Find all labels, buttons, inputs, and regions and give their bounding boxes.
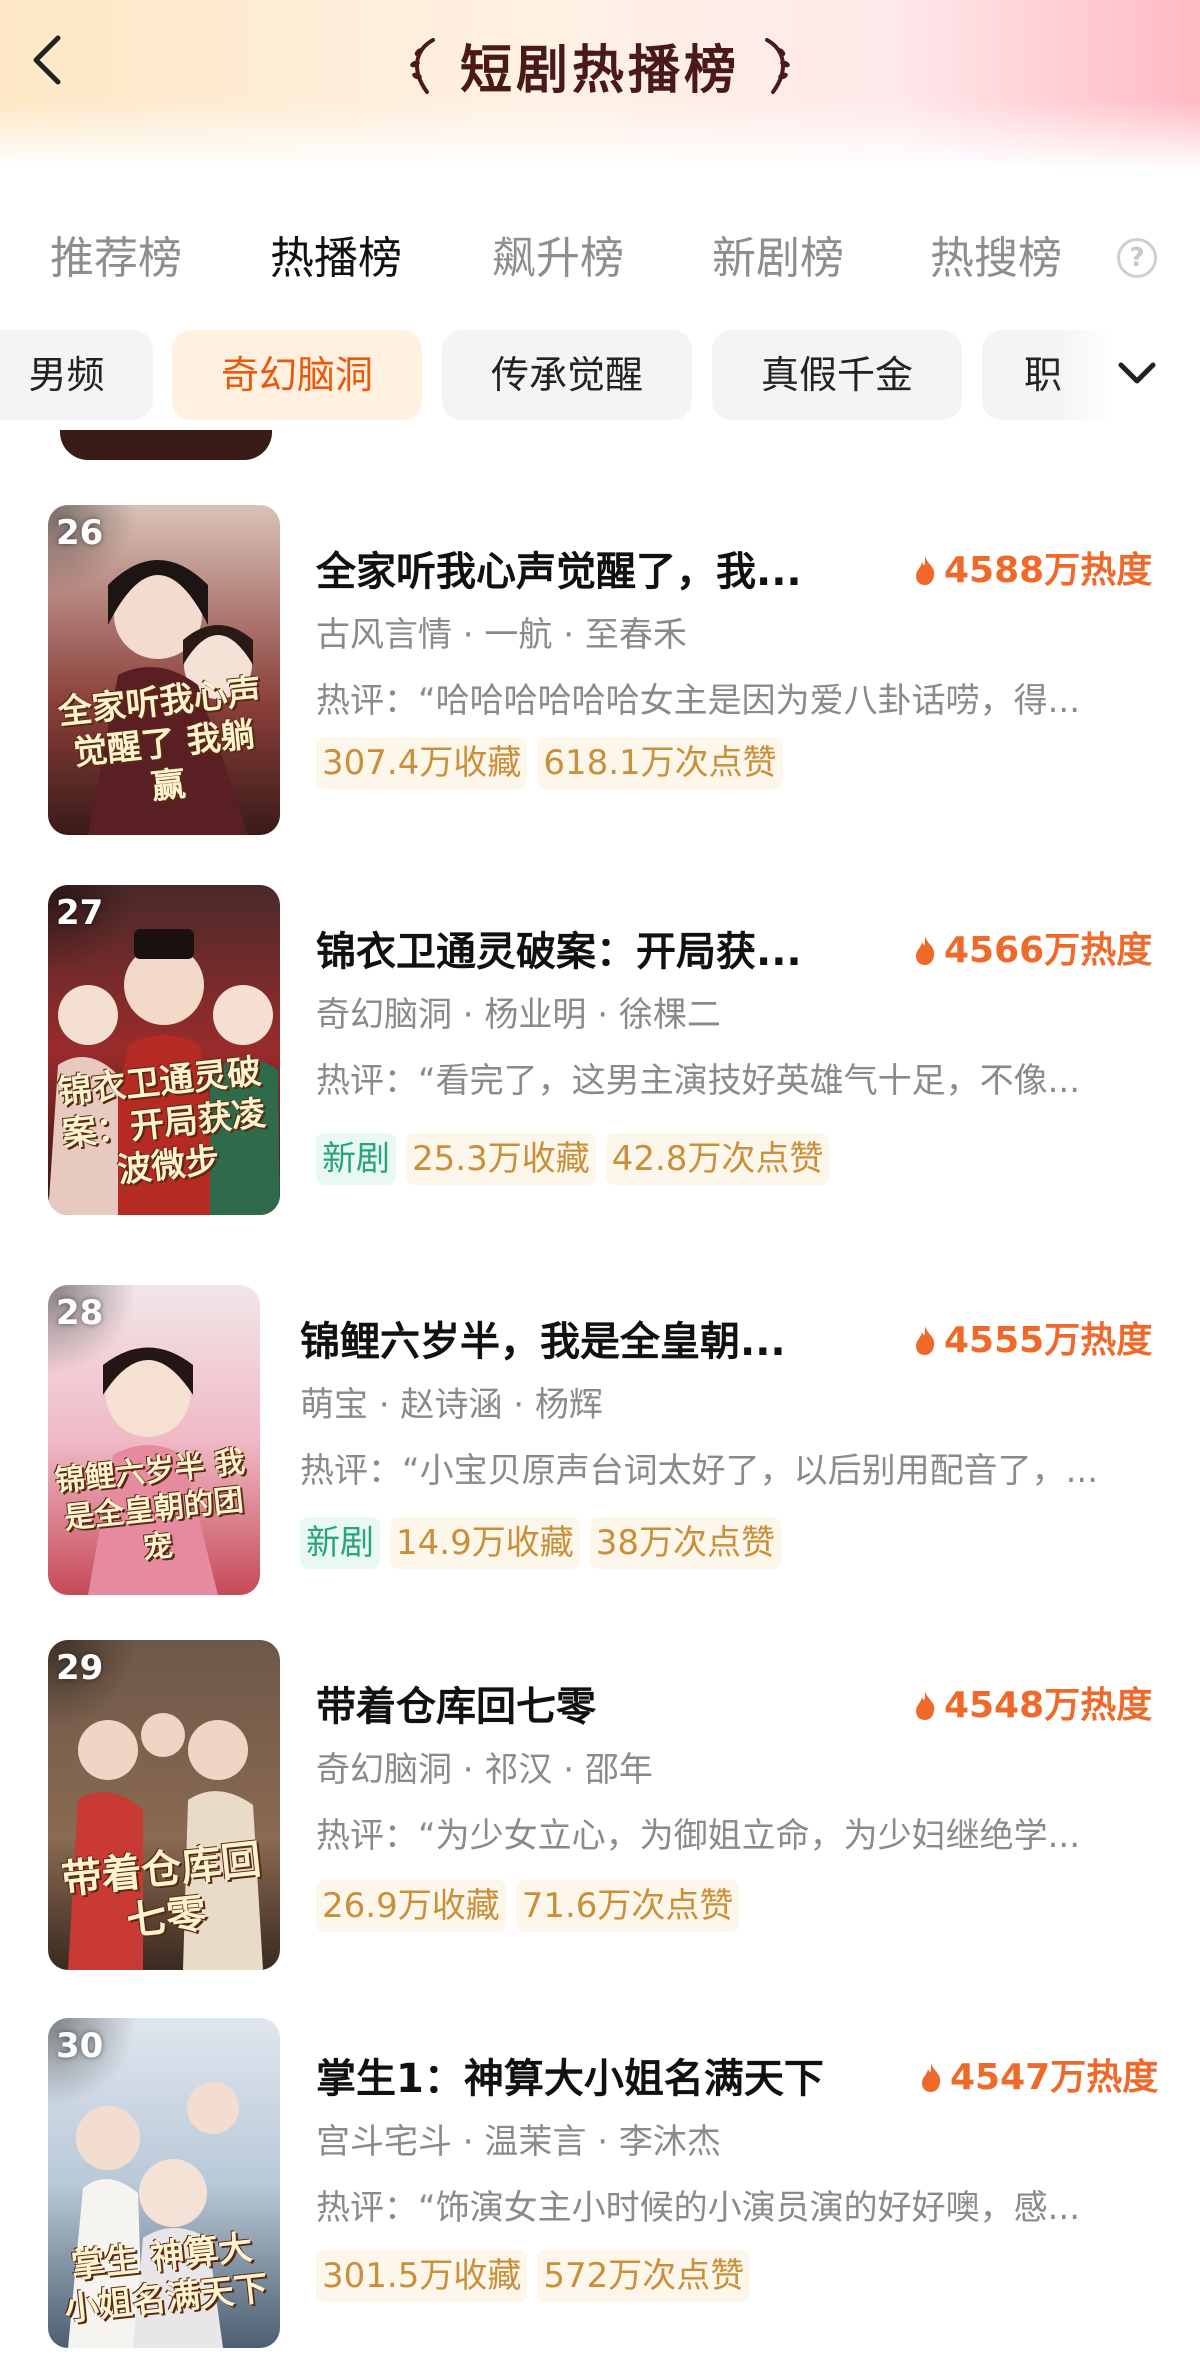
like-count: 42.8万次点赞 [605, 1133, 830, 1185]
collect-count: 14.9万收藏 [390, 1517, 580, 1569]
heat-value: 4548万热度 [912, 1676, 1152, 1728]
rank-number: 27 [56, 893, 104, 933]
chevron-down-icon [1118, 362, 1156, 384]
poster-image: 30 掌生 神算大小姐名满天下 [48, 2018, 280, 2348]
list-item[interactable]: 27 锦衣卫通灵破案：开局获凌波微步 锦衣卫通灵破案：开局获... 4566万热… [0, 885, 1200, 1225]
item-tags: 307.4万收藏 618.1万次点赞 [316, 737, 793, 789]
like-count: 71.6万次点赞 [515, 1880, 740, 1932]
laurel-left-icon [410, 37, 435, 94]
fire-icon [916, 1326, 935, 1355]
chip-male[interactable]: 男频 [0, 330, 153, 420]
chip-inheritance[interactable]: 传承觉醒 [442, 330, 692, 420]
item-title[interactable]: 掌生1：神算大小姐名满天下 [316, 2046, 824, 2104]
fire-icon [916, 936, 935, 965]
poster-caption: 锦鲤六岁半 我是全皇朝的团宠 [53, 1444, 247, 1567]
item-review: 热评：“小宝贝原声台词太好了，以后别用配音了，... [300, 1451, 1099, 1491]
item-tags: 26.9万收藏 71.6万次点赞 [316, 1880, 749, 1932]
item-meta: 萌宝 · 赵诗涵 · 杨辉 [300, 1385, 603, 1425]
rank-number: 29 [56, 1648, 104, 1688]
tab-new[interactable]: 新剧榜 [712, 222, 844, 286]
poster-image: 29 带着仓库回七零 [48, 1640, 280, 1970]
item-tags: 301.5万收藏 572万次点赞 [316, 2250, 760, 2302]
item-review: 热评：“看完了，这男主演技好英雄气十足，不像... [316, 1061, 1081, 1101]
item-review: 热评：“为少女立心，为御姐立命，为少妇继绝学... [316, 1816, 1081, 1856]
tab-hot-search[interactable]: 热搜榜 [930, 222, 1062, 286]
item-meta: 古风言情 · 一航 · 至春禾 [316, 615, 687, 655]
heat-value: 4555万热度 [912, 1311, 1152, 1363]
list-item[interactable]: 28 锦鲤六岁半 我是全皇朝的团宠 锦鲤六岁半，我是全皇朝... 4555万热度… [0, 1285, 1200, 1605]
poster-caption: 全家听我心声觉醒了 我躺赢 [56, 671, 264, 808]
help-icon[interactable]: ? [1117, 238, 1157, 278]
item-title[interactable]: 全家听我心声觉醒了，我... [316, 539, 802, 597]
heat-value: 4547万热度 [918, 2048, 1158, 2100]
item-meta: 宫斗宅斗 · 温茉言 · 李沐杰 [316, 2122, 721, 2162]
item-review: 热评：“饰演女主小时候的小演员演的好好噢，感... [316, 2188, 1081, 2228]
laurel-right-icon [765, 37, 790, 94]
poster-image: 27 锦衣卫通灵破案：开局获凌波微步 [48, 885, 280, 1215]
item-title[interactable]: 带着仓库回七零 [316, 1674, 596, 1732]
collect-count: 301.5万收藏 [316, 2250, 528, 2302]
poster-image: 28 锦鲤六岁半 我是全皇朝的团宠 [48, 1285, 260, 1595]
poster-image: 26 全家听我心声觉醒了 我躺赢 [48, 505, 280, 835]
chip-fantasy[interactable]: 奇幻脑洞 [172, 330, 422, 420]
like-count: 572万次点赞 [537, 2250, 751, 2302]
like-count: 618.1万次点赞 [537, 737, 783, 789]
item-title[interactable]: 锦衣卫通灵破案：开局获... [316, 919, 802, 977]
list-item[interactable]: 26 全家听我心声觉醒了 我躺赢 全家听我心声觉醒了，我... 4588万热度 … [0, 505, 1200, 845]
chip-true-false-heiress[interactable]: 真假千金 [712, 330, 962, 420]
tab-recommend[interactable]: 推荐榜 [50, 222, 182, 286]
list-item[interactable]: 30 掌生 神算大小姐名满天下 掌生1：神算大小姐名满天下 4547万热度 宫斗… [0, 2018, 1200, 2358]
fire-icon [916, 1691, 935, 1720]
item-review: 热评：“哈哈哈哈哈哈女主是因为爱八卦话唠，得... [316, 681, 1081, 721]
heat-label: 4588万热度 [944, 550, 1153, 591]
list-item[interactable]: 29 带着仓库回七零 带着仓库回七零 4548万热度 奇幻脑洞 · 祁汉 · 邵… [0, 1640, 1200, 1980]
rank-tabs: 推荐榜 热播榜 飙升榜 新剧榜 热搜榜 [0, 222, 1200, 292]
tab-hot-play[interactable]: 热播榜 [270, 222, 402, 286]
item-title[interactable]: 锦鲤六岁半，我是全皇朝... [300, 1309, 786, 1367]
item-tags: 新剧 14.9万收藏 38万次点赞 [300, 1517, 791, 1569]
heat-label: 4555万热度 [944, 1320, 1153, 1361]
fire-icon [922, 2063, 941, 2092]
heat-value: 4588万热度 [912, 541, 1152, 593]
previous-poster-remnant [60, 430, 272, 460]
collect-count: 307.4万收藏 [316, 737, 528, 789]
tab-rising[interactable]: 飙升榜 [492, 222, 624, 286]
expand-categories-button[interactable] [1113, 355, 1161, 395]
like-count: 38万次点赞 [589, 1517, 781, 1569]
collect-count: 26.9万收藏 [316, 1880, 506, 1932]
category-chips: 男频 奇幻脑洞 传承觉醒 真假千金 职 [0, 330, 1200, 422]
item-meta: 奇幻脑洞 · 祁汉 · 邵年 [316, 1750, 653, 1790]
heat-label: 4547万热度 [950, 2057, 1159, 2098]
page-title-wrap: 短剧热播榜 [0, 28, 1200, 103]
rank-number: 26 [56, 513, 104, 553]
rank-number: 28 [56, 1293, 104, 1333]
new-badge: 新剧 [300, 1517, 380, 1569]
rank-number: 30 [56, 2026, 104, 2066]
page-title: 短剧热播榜 [459, 41, 740, 101]
poster-caption: 锦衣卫通灵破案：开局获凌波微步 [56, 1051, 268, 1191]
new-badge: 新剧 [316, 1133, 396, 1185]
heat-label: 4566万热度 [944, 930, 1153, 971]
collect-count: 25.3万收藏 [406, 1133, 596, 1185]
heat-label: 4548万热度 [944, 1685, 1153, 1726]
heat-value: 4566万热度 [912, 921, 1152, 973]
fire-icon [916, 556, 935, 585]
item-tags: 新剧 25.3万收藏 42.8万次点赞 [316, 1133, 839, 1185]
item-meta: 奇幻脑洞 · 杨业明 · 徐棵二 [316, 995, 721, 1035]
